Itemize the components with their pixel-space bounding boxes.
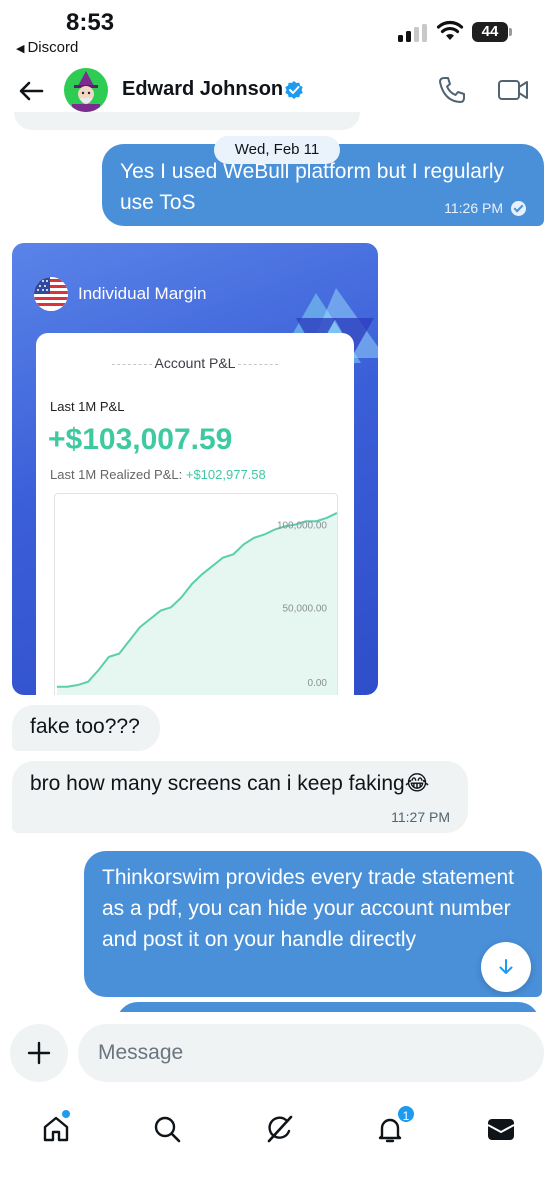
message-time: 11:26 PM xyxy=(444,200,503,216)
back-to-app-link[interactable]: ◀ Discord xyxy=(16,39,78,56)
message-text: fake too??? xyxy=(30,715,140,738)
avatar[interactable] xyxy=(64,68,108,112)
message-time: 11:27 PM xyxy=(391,809,450,825)
outgoing-message[interactable]: Thinkorswim provides every trade stateme… xyxy=(84,851,542,997)
message-composer xyxy=(0,1012,555,1098)
phone-icon[interactable] xyxy=(436,74,468,106)
notification-count-badge: 1 xyxy=(396,1104,416,1124)
incoming-message[interactable]: fake too??? xyxy=(12,705,160,751)
read-check-icon xyxy=(511,200,526,216)
add-attachment-button[interactable] xyxy=(10,1024,68,1082)
conversation-header: Edward Johnson xyxy=(0,60,555,120)
us-flag-icon xyxy=(34,277,68,311)
realized-label: Last 1M Realized P&L: xyxy=(50,467,183,482)
pl-value: +$103,007.59 xyxy=(48,423,233,456)
scroll-to-bottom-button[interactable] xyxy=(481,942,531,992)
nav-grok[interactable] xyxy=(254,1104,304,1154)
shared-image-card[interactable]: Individual Margin Account P&L Last 1M P&… xyxy=(12,243,378,695)
grok-icon xyxy=(267,1115,293,1143)
back-app-label: Discord xyxy=(27,39,79,56)
section-title: Account P&L xyxy=(154,355,236,371)
arrow-down-icon xyxy=(499,959,513,974)
status-bar: 8:53 ◀ Discord 44 xyxy=(0,0,555,60)
pl-panel: Account P&L Last 1M P&L +$103,007.59 Las… xyxy=(36,333,354,695)
home-icon xyxy=(43,1116,69,1142)
battery-icon: 44 xyxy=(472,22,512,42)
search-icon xyxy=(154,1116,181,1143)
message-input[interactable] xyxy=(78,1024,544,1082)
verified-badge-icon xyxy=(285,81,303,99)
realized-pl: Last 1M Realized P&L: +$102,977.58 xyxy=(50,467,266,482)
period-label: Last 1M P&L xyxy=(50,399,125,414)
incoming-message[interactable]: bro how many screens can i keep faking😂 … xyxy=(12,761,468,833)
message-meta: 11:26 PM xyxy=(444,200,526,216)
outgoing-message-partial[interactable] xyxy=(116,1002,540,1012)
status-time: 8:53 xyxy=(66,9,115,36)
back-arrow-icon[interactable] xyxy=(16,76,46,106)
message-text: bro how many screens can i keep faking😂 xyxy=(30,772,430,795)
back-triangle-icon: ◀ xyxy=(16,43,25,55)
message-list[interactable]: Wed, Feb 11 Yes I used WeBull platform b… xyxy=(0,112,555,1012)
realized-value: +$102,977.58 xyxy=(185,467,266,482)
account-type-label: Individual Margin xyxy=(78,284,207,303)
y-tick-label: 50,000.00 xyxy=(283,603,328,614)
y-tick-label: 0.00 xyxy=(308,678,328,689)
plus-icon xyxy=(27,1041,51,1065)
nav-notifications[interactable]: 1 xyxy=(365,1104,416,1154)
pl-chart-svg: 100,000.00 50,000.00 0.00 xyxy=(57,512,337,695)
envelope-icon xyxy=(487,1119,515,1140)
signal-icon xyxy=(398,24,428,42)
pl-chart: 100,000.00 50,000.00 0.00 xyxy=(54,493,338,695)
home-unread-dot xyxy=(62,1110,70,1118)
y-tick-label: 100,000.00 xyxy=(277,521,327,532)
video-icon[interactable] xyxy=(496,74,530,106)
contact-name[interactable]: Edward Johnson xyxy=(122,78,283,101)
battery-level: 44 xyxy=(472,22,508,42)
wifi-icon xyxy=(436,20,464,40)
nav-search[interactable] xyxy=(142,1104,192,1154)
nav-messages[interactable] xyxy=(476,1104,526,1154)
message-text: Thinkorswim provides every trade stateme… xyxy=(102,866,514,951)
previous-message-bubble[interactable] xyxy=(14,112,360,130)
nav-home[interactable] xyxy=(31,1104,81,1154)
bottom-nav: 1 xyxy=(0,1098,555,1200)
date-separator: Wed, Feb 11 xyxy=(214,136,340,164)
